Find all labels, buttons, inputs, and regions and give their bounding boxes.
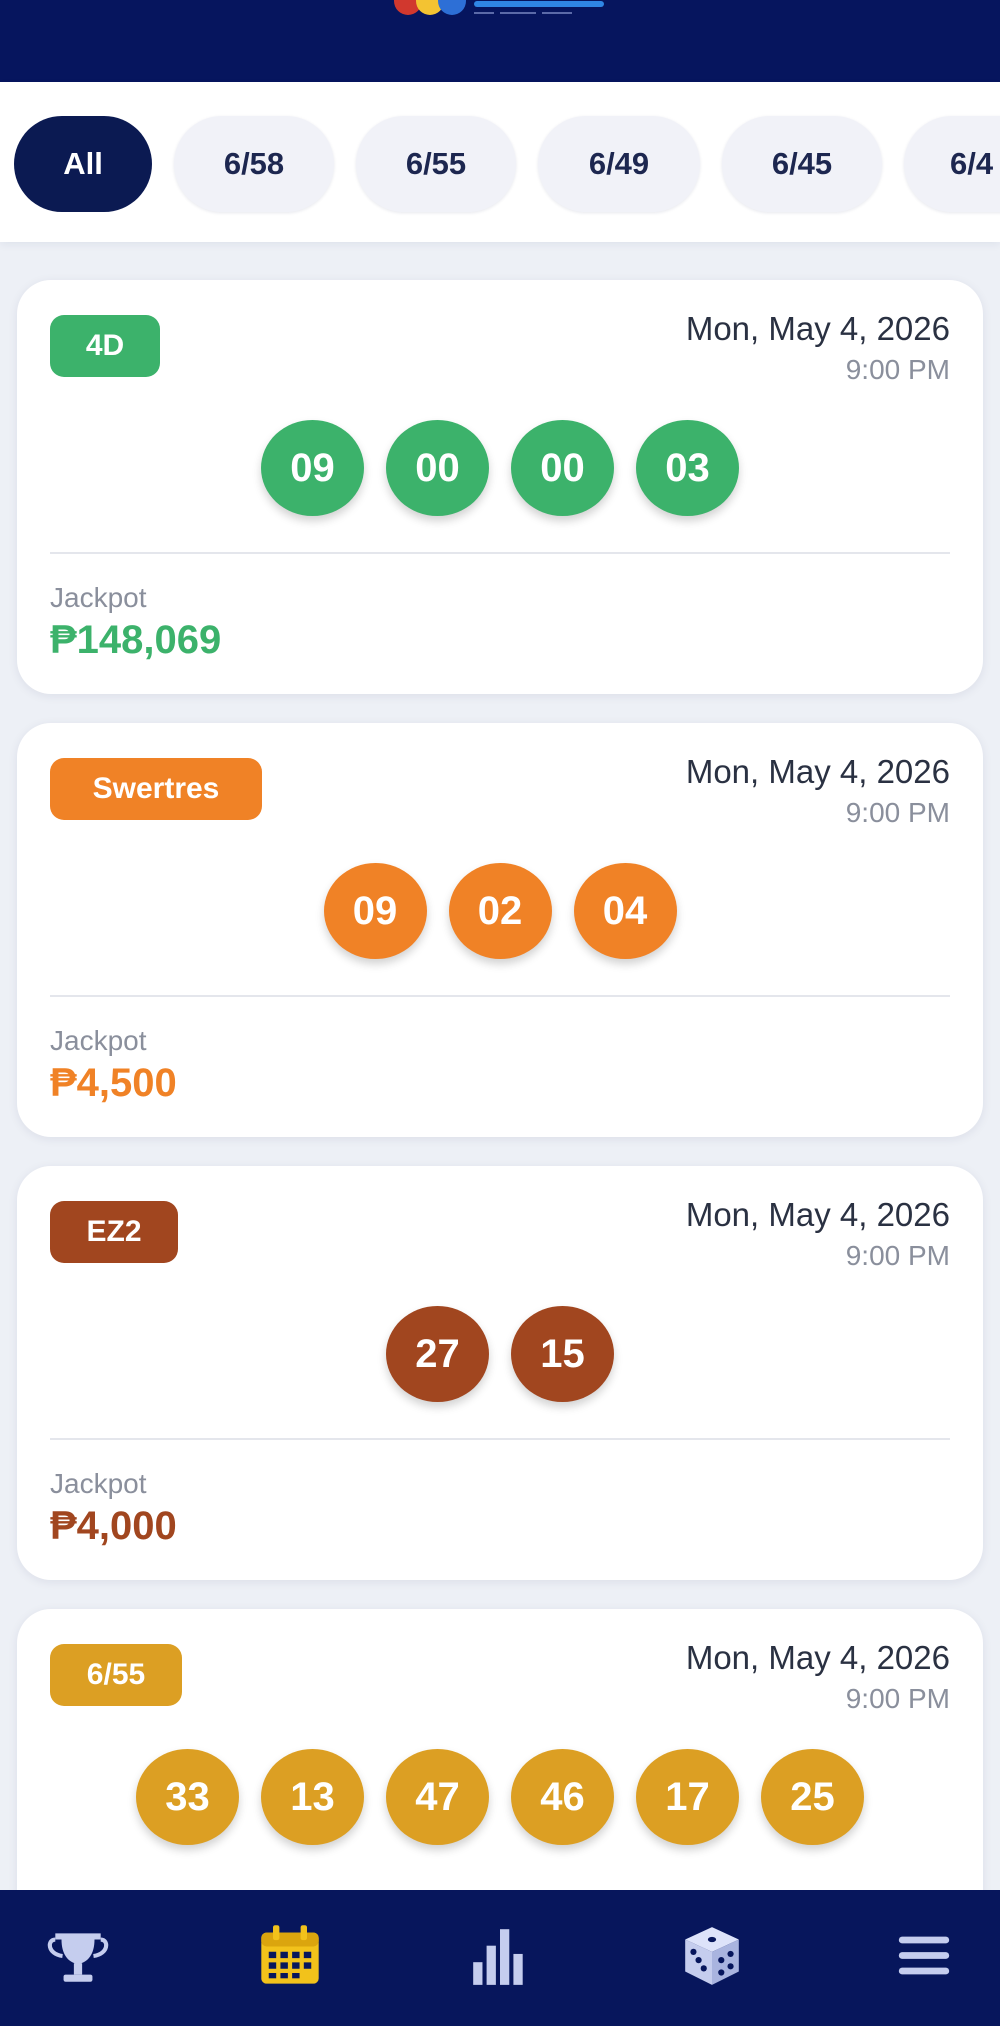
app-header [0,0,1000,82]
number-ball: 46 [511,1749,614,1845]
nav-calendar-tab[interactable] [250,1916,330,1996]
winning-numbers: 09 02 04 [17,863,983,959]
filter-chip-6-4x[interactable]: 6/4 [904,116,1000,212]
draw-date: Mon, May 4, 2026 [685,1196,950,1233]
result-card-4d[interactable]: 4D Mon, May 4, 2026 9:00 PM 09 00 00 03 … [17,280,983,694]
number-ball: 00 [511,420,614,516]
filter-chip-6-58[interactable]: 6/58 [174,116,334,212]
draw-time: 9:00 PM [845,354,950,385]
game-badge: Swertres [50,758,262,820]
draw-time: 9:00 PM [845,1240,950,1271]
filter-chip-6-55[interactable]: 6/55 [356,116,516,212]
logo-graphic [394,0,604,15]
number-ball: 09 [261,420,364,516]
number-ball: 27 [386,1306,489,1402]
nav-generator-tab[interactable] [672,1916,752,1996]
number-ball: 04 [573,863,677,959]
winning-numbers: 09 00 00 03 [17,420,983,516]
result-card-ez2[interactable]: EZ2 Mon, May 4, 2026 9:00 PM 27 15 Jackp… [17,1166,983,1580]
draw-date: Mon, May 4, 2026 [685,1639,950,1676]
card-divider [50,1438,950,1440]
game-badge: EZ2 [50,1201,178,1263]
number-ball: 09 [323,863,427,959]
number-ball: 47 [386,1749,489,1845]
jackpot-amount: ₱148,069 [50,618,222,662]
app-logo[interactable] [380,0,630,18]
trophy-icon [47,1933,109,1982]
jackpot-label: Jackpot [50,1468,147,1499]
calendar-icon [261,1925,319,1984]
draw-time: 9:00 PM [845,797,950,828]
dice-icon [685,1927,739,1985]
number-ball: 17 [636,1749,739,1845]
number-ball: 25 [761,1749,864,1845]
card-divider [50,995,950,997]
winning-numbers: 27 15 [17,1306,983,1402]
number-ball: 15 [511,1306,614,1402]
filter-chip-all[interactable]: All [14,116,152,212]
nav-menu-tab[interactable] [884,1916,964,1996]
menu-icon [898,1936,950,1975]
number-ball: 02 [448,863,552,959]
filter-chip-6-45[interactable]: 6/45 [722,116,882,212]
game-badge: 6/55 [50,1644,182,1706]
card-divider [50,552,950,554]
draw-time: 9:00 PM [845,1683,950,1714]
number-ball: 03 [636,420,739,516]
number-ball: 13 [261,1749,364,1845]
jackpot-amount: ₱4,000 [50,1504,177,1548]
filter-chip-6-49[interactable]: 6/49 [538,116,700,212]
number-ball: 00 [386,420,489,516]
jackpot-label: Jackpot [50,1025,147,1056]
number-ball: 33 [136,1749,239,1845]
nav-statistics-tab[interactable] [460,1916,540,1996]
bottom-navigation [0,1890,1000,2026]
draw-date: Mon, May 4, 2026 [685,310,950,347]
winning-numbers: 33 13 47 46 17 25 [17,1749,983,1845]
jackpot-label: Jackpot [50,582,147,613]
game-filter-bar: All 6/58 6/55 6/49 6/45 6/4 [0,82,1000,242]
result-card-swertres[interactable]: Swertres Mon, May 4, 2026 9:00 PM 09 02 … [17,723,983,1137]
nav-results-tab[interactable] [38,1916,118,1996]
draw-date: Mon, May 4, 2026 [685,753,950,790]
game-badge: 4D [50,315,160,377]
jackpot-amount: ₱4,500 [50,1061,177,1105]
bar-chart-icon [473,1929,523,1985]
